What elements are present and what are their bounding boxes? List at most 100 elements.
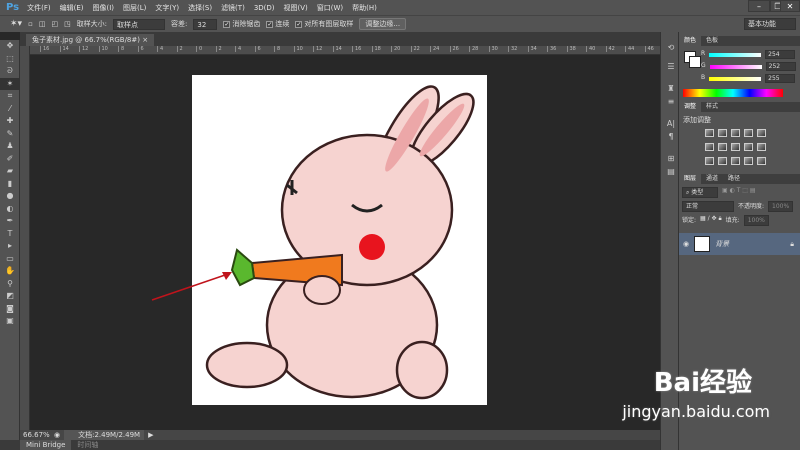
menu-edit[interactable]: 编辑(E) [60, 3, 84, 13]
r-label: R [701, 50, 706, 57]
visibility-eye-icon[interactable]: ◉ [683, 240, 689, 248]
add-selection-icon[interactable]: ◫ [39, 20, 46, 28]
hand-tool-icon[interactable]: ✋ [0, 265, 20, 278]
zoom-tool-icon[interactable]: ⚲ [0, 278, 20, 291]
adjustment-icon[interactable] [705, 157, 714, 165]
close-button[interactable]: ✕ [780, 0, 800, 12]
color-spectrum[interactable] [683, 89, 783, 97]
tab-swatches[interactable]: 色板 [701, 36, 723, 46]
tab-adjustments[interactable]: 调整 [679, 102, 702, 112]
b-slider[interactable] [709, 77, 762, 81]
tab-close-icon[interactable]: × [142, 36, 148, 44]
sample-size-select[interactable]: 取样点 [113, 18, 166, 30]
tab-channels[interactable]: 通道 [701, 174, 723, 184]
new-selection-icon[interactable]: ▫ [28, 20, 33, 28]
menu-select[interactable]: 选择(S) [188, 3, 212, 13]
crop-tool-icon[interactable]: ⌗ [0, 90, 20, 103]
adjustment-icon[interactable] [705, 129, 714, 137]
adjustment-icon[interactable] [744, 129, 753, 137]
pen-tool-icon[interactable]: ✒ [0, 215, 20, 228]
filter-icons[interactable]: ▣ ◐ T ⬚ ▤ [722, 187, 756, 198]
menu-view[interactable]: 视图(V) [284, 3, 308, 13]
menu-layer[interactable]: 图层(L) [123, 3, 146, 13]
g-label: G [701, 62, 706, 69]
adjustment-icon[interactable] [731, 143, 740, 151]
healing-tool-icon[interactable]: ✚ [0, 115, 20, 128]
adjustment-icon[interactable] [757, 157, 766, 165]
magic-wand-icon[interactable]: ✶▾ [10, 19, 22, 29]
intersect-selection-icon[interactable]: ◳ [64, 20, 71, 28]
layer-row[interactable]: ◉ 背景 🔒︎ [679, 233, 800, 255]
layer-filter-select[interactable]: ⌕ 类型 [682, 187, 718, 198]
status-arrow-icon[interactable]: ▶ [148, 431, 153, 439]
menu-3d[interactable]: 3D(D) [254, 4, 275, 12]
adjustment-icon[interactable] [718, 129, 727, 137]
gradient-tool-icon[interactable]: ▮ [0, 178, 20, 191]
adjustment-icon[interactable] [744, 157, 753, 165]
adjustment-icon[interactable] [718, 143, 727, 151]
opacity-input[interactable]: 100% [768, 201, 794, 212]
quick-mask-icon[interactable]: ◙ [0, 303, 20, 316]
fill-input[interactable]: 100% [743, 215, 769, 226]
document-image[interactable] [192, 75, 487, 405]
tolerance-input[interactable]: 32 [193, 18, 218, 30]
adjustment-icon[interactable] [705, 143, 714, 151]
background-color-swatch[interactable] [689, 56, 701, 68]
adjustment-icon[interactable] [757, 129, 766, 137]
antialias-checkbox[interactable]: ✓ 消除锯齿 [223, 19, 260, 29]
document-tab[interactable]: 兔子素材.jpg @ 66.7%(RGB/8#) × [26, 34, 155, 46]
contiguous-checkbox[interactable]: ✓ 连续 [266, 19, 289, 29]
status-bar: 66.67% ◉ 文档:2.49M/2.49M ▶ [20, 430, 660, 440]
tab-color[interactable]: 颜色 [679, 36, 702, 46]
menu-image[interactable]: 图像(I) [93, 3, 115, 13]
blur-tool-icon[interactable]: ● [0, 190, 20, 203]
tab-styles[interactable]: 样式 [701, 102, 723, 112]
adjustment-icon[interactable] [757, 143, 766, 151]
status-menu-icon[interactable]: ◉ [54, 431, 60, 439]
zoom-level[interactable]: 66.67% [20, 431, 50, 439]
menu-type[interactable]: 文字(Y) [155, 3, 179, 13]
adjustment-icon[interactable] [731, 157, 740, 165]
g-value-input[interactable]: 252 [765, 62, 796, 71]
g-slider[interactable] [709, 65, 762, 69]
menu-file[interactable]: 文件(F) [27, 3, 51, 13]
red-arrow [151, 272, 232, 301]
adjustment-icon[interactable] [718, 157, 727, 165]
adjustment-icon[interactable] [731, 129, 740, 137]
b-value-input[interactable]: 255 [765, 74, 796, 83]
eraser-tool-icon[interactable]: ▰ [0, 165, 20, 178]
color-swatches-icon[interactable]: ◩ [0, 290, 20, 303]
lasso-tool-icon[interactable]: ᘐ [0, 65, 20, 78]
screen-mode-icon[interactable]: ▣ [0, 315, 20, 328]
tab-layers[interactable]: 图层 [679, 174, 702, 184]
r-slider[interactable] [709, 53, 762, 57]
subtract-selection-icon[interactable]: ◰ [51, 20, 58, 28]
dodge-tool-icon[interactable]: ◐ [0, 203, 20, 216]
tab-mini-bridge[interactable]: Mini Bridge [20, 440, 72, 450]
eyedropper-tool-icon[interactable]: ⁄ [0, 103, 20, 116]
stamp-tool-icon[interactable]: ♟ [0, 140, 20, 153]
tab-paths[interactable]: 路径 [723, 174, 745, 184]
workspace-select[interactable]: 基本功能 [744, 18, 796, 30]
history-brush-icon[interactable]: ✐ [0, 153, 20, 166]
move-tool-icon[interactable]: ✥ [0, 40, 20, 53]
tab-timeline[interactable]: 时间轴 [71, 440, 104, 450]
type-tool-icon[interactable]: T [0, 228, 20, 241]
magic-wand-tool-icon[interactable]: ✶ [0, 77, 20, 90]
refine-edge-button[interactable]: 调整边缘... [359, 18, 407, 30]
lock-icons[interactable]: ▦ ∕ ✥ 🔒︎ [700, 215, 722, 226]
menu-filter[interactable]: 滤镜(T) [221, 3, 245, 13]
toolbox: ✥ ⬚ ᘐ ✶ ⌗ ⁄ ✚ ✎ ♟ ✐ ▰ ▮ ● ◐ ✒ T ▸ ▭ ✋ ⚲ … [0, 40, 20, 440]
adjustment-icon[interactable] [744, 143, 753, 151]
shape-tool-icon[interactable]: ▭ [0, 253, 20, 266]
sample-all-layers-checkbox[interactable]: ✓ 对所有图层取样 [295, 19, 353, 29]
path-select-tool-icon[interactable]: ▸ [0, 240, 20, 253]
brush-tool-icon[interactable]: ✎ [0, 128, 20, 141]
menu-window[interactable]: 窗口(W) [317, 3, 343, 13]
r-value-input[interactable]: 254 [765, 50, 796, 59]
menu-help[interactable]: 帮助(H) [352, 3, 377, 13]
blend-mode-select[interactable]: 正常 [682, 201, 734, 212]
color-panel: R 254 G 252 B 255 [679, 46, 800, 102]
marquee-tool-icon[interactable]: ⬚ [0, 53, 20, 66]
minimize-button[interactable]: – [748, 0, 770, 12]
